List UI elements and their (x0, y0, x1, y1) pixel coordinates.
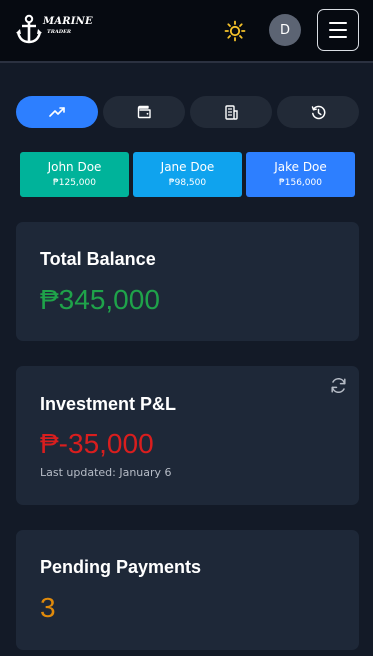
receipt-icon (225, 104, 238, 120)
person-name: Jane Doe (160, 160, 215, 174)
logo-subtext: TRADER (47, 29, 72, 35)
investment-pnl-value: ₱-35,000 (40, 428, 154, 459)
person-card-john[interactable]: John Doe ₱125,000 (20, 152, 129, 197)
hamburger-menu-icon (329, 22, 347, 24)
card-title: Investment P&L (40, 394, 177, 414)
anchor-icon (16, 14, 42, 44)
people-selector: John Doe ₱125,000 Jane Doe ₱98,500 Jake … (20, 152, 355, 197)
history-icon (311, 105, 325, 119)
person-name: Jake Doe (274, 160, 327, 174)
trending-up-icon (49, 107, 65, 117)
total-balance-card: Total Balance ₱345,000 (16, 222, 359, 341)
avatar[interactable]: D (269, 14, 301, 46)
sun-icon[interactable] (224, 20, 246, 42)
pending-payments-value: 3 (40, 592, 56, 623)
tab-investments[interactable] (16, 96, 98, 128)
card-title: Total Balance (40, 249, 156, 269)
investment-pnl-card: Investment P&L ₱-35,000 Last updated: Ja… (16, 366, 359, 505)
menu-button[interactable] (317, 9, 359, 51)
tab-bar (16, 96, 359, 128)
logo[interactable]: MARINE TRADER (16, 14, 93, 46)
total-balance-value: ₱345,000 (40, 284, 160, 315)
wallet-icon (137, 105, 151, 119)
person-amount: ₱125,000 (53, 178, 96, 188)
pending-payments-card: Pending Payments 3 (16, 530, 359, 650)
tab-history[interactable] (277, 96, 359, 128)
top-navbar: MARINE TRADER D (0, 0, 373, 63)
tab-receipts[interactable] (190, 96, 272, 128)
person-card-jane[interactable]: Jane Doe ₱98,500 (133, 152, 242, 197)
person-amount: ₱98,500 (168, 178, 207, 188)
person-card-jake[interactable]: Jake Doe ₱156,000 (246, 152, 355, 197)
person-name: John Doe (47, 160, 102, 174)
tab-wallet[interactable] (103, 96, 185, 128)
card-title: Pending Payments (40, 557, 202, 577)
person-amount: ₱156,000 (279, 178, 322, 188)
logo-text: MARINE (43, 16, 93, 27)
refresh-icon[interactable] (330, 377, 347, 394)
last-updated-text: Last updated: January 6 (40, 466, 172, 479)
